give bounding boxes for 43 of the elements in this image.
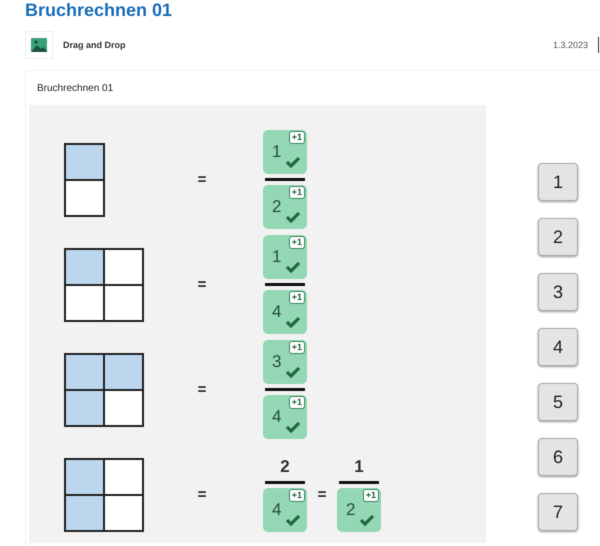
equals-sign: = — [196, 486, 208, 503]
equals-sign: = — [316, 486, 328, 503]
drop-zone[interactable]: 2 +1 — [337, 488, 381, 532]
drop-zone[interactable]: 2 +1 — [263, 185, 307, 229]
score-badge: +1 — [288, 131, 305, 144]
number-token[interactable]: 7 — [538, 493, 578, 531]
score-badge: +1 — [288, 291, 305, 304]
score-badge: +1 — [362, 489, 379, 502]
drop-zone[interactable]: 1 +1 — [263, 130, 307, 174]
content-type-label: Drag and Drop — [63, 40, 126, 50]
drop-zone[interactable]: 3 +1 — [263, 340, 307, 384]
dropped-number: 1 — [272, 247, 282, 267]
equals-sign: = — [196, 276, 208, 293]
fraction-number: 2 — [280, 457, 290, 477]
drop-zone[interactable]: 4 +1 — [263, 488, 307, 532]
date-label: 1.3.2023 — [552, 40, 588, 50]
score-badge: +1 — [288, 341, 305, 354]
dropped-number: 2 — [272, 197, 282, 217]
score-badge: +1 — [288, 236, 305, 249]
score-badge: +1 — [288, 186, 305, 199]
page-title: Bruchrechnen 01 — [25, 0, 174, 20]
drop-zone[interactable]: 4 +1 — [263, 395, 307, 439]
dropped-number: 4 — [272, 500, 282, 520]
number-token[interactable]: 4 — [538, 328, 578, 366]
drop-zone[interactable]: 4 +1 — [263, 290, 307, 334]
number-token[interactable]: 3 — [538, 273, 578, 311]
dropped-number: 3 — [272, 352, 282, 372]
number-token[interactable]: 5 — [538, 383, 578, 421]
dropped-number: 2 — [346, 500, 356, 520]
equals-sign: = — [196, 171, 208, 188]
number-token[interactable]: 6 — [538, 438, 578, 476]
number-token[interactable]: 1 — [538, 163, 578, 201]
dropped-number: 4 — [272, 407, 282, 427]
score-badge: +1 — [288, 489, 305, 502]
dropped-number: 1 — [272, 142, 282, 162]
image-icon — [25, 31, 53, 59]
fraction-number: 1 — [354, 457, 364, 477]
equals-sign: = — [196, 381, 208, 398]
drop-zone[interactable]: 1 +1 — [263, 235, 307, 279]
number-token[interactable]: 2 — [538, 218, 578, 256]
score-badge: +1 — [288, 396, 305, 409]
task-title: Bruchrechnen 01 — [36, 82, 114, 96]
dropped-number: 4 — [272, 302, 282, 322]
